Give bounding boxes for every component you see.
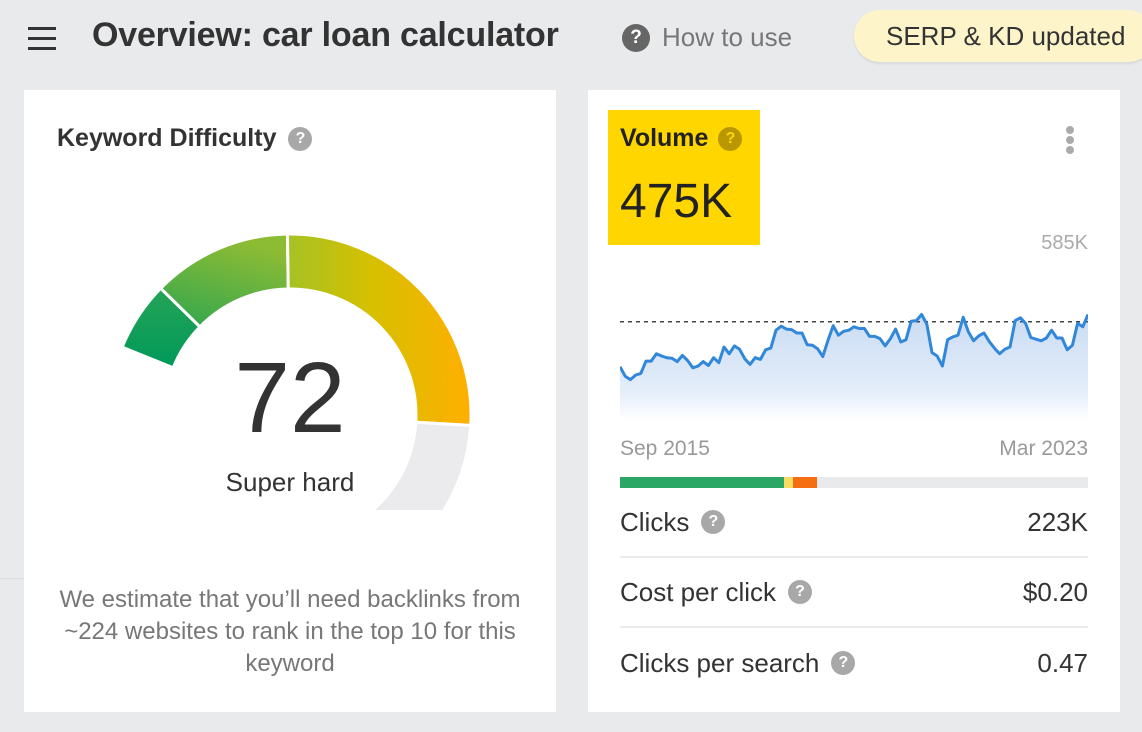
cpc-help-icon[interactable]: ? [788,580,813,604]
volume-card: Volume ? 475K 585K Sep 2015 Mar 2023 Cli… [588,90,1120,712]
metric-row-clicks: Clicks? 223K [620,488,1088,558]
metric-label: Clicks [620,506,690,537]
chart-y-max-label: 585K [1041,232,1088,254]
keyword-difficulty-card: Keyword Difficulty ? 72 Super hard We es… [24,90,556,712]
background-divider [0,578,24,579]
metric-label: Clicks per search [620,647,820,678]
kd-score: 72 [234,342,346,454]
question-circle-icon: ? [622,23,650,52]
kd-description: We estimate that you’ll need backlinks f… [59,586,521,677]
clicks-segment-mixed [783,477,794,488]
kebab-menu-icon[interactable] [1060,124,1080,158]
metric-value: 223K [1027,506,1088,537]
clicks-distribution-bar [620,477,1088,488]
metrics-list: Clicks? 223K Cost per click? $0.20 Click… [620,488,1088,698]
kd-score-label: Super hard [225,467,355,497]
volume-highlight: Volume ? 475K [608,110,760,245]
clicks-segment-paid [793,477,817,488]
how-to-use-label: How to use [662,22,793,52]
chart-x-start-label: Sep 2015 [620,437,710,460]
chart-x-end-label: Mar 2023 [999,437,1088,460]
volume-help-icon[interactable]: ? [718,126,743,151]
volume-value: 475K [620,175,733,228]
kd-title: Keyword Difficulty ? [57,124,313,153]
hamburger-menu-icon[interactable] [28,24,56,50]
metric-row-clicks-per-search: Clicks per search? 0.47 [620,628,1088,698]
kd-help-icon[interactable]: ? [288,126,313,151]
metric-value: $0.20 [1022,576,1088,607]
metric-label: Cost per click [620,576,777,607]
volume-title: Volume ? [620,124,743,153]
clicks-segment-organic [620,477,784,488]
volume-title-label: Volume [620,124,709,152]
clicks-per-search-help-icon[interactable]: ? [831,651,856,675]
kd-title-label: Keyword Difficulty [57,124,277,152]
metric-row-cpc: Cost per click? $0.20 [620,558,1088,628]
volume-trend-chart [620,313,1088,420]
metric-value: 0.47 [1037,647,1088,678]
serp-kd-updated-badge[interactable]: SERP & KD updated [854,10,1142,62]
chart-area-fill [620,314,1088,420]
clicks-help-icon[interactable]: ? [701,510,726,534]
page-title: Overview: car loan calculator [92,16,559,54]
how-to-use-link[interactable]: ? How to use [622,22,792,53]
